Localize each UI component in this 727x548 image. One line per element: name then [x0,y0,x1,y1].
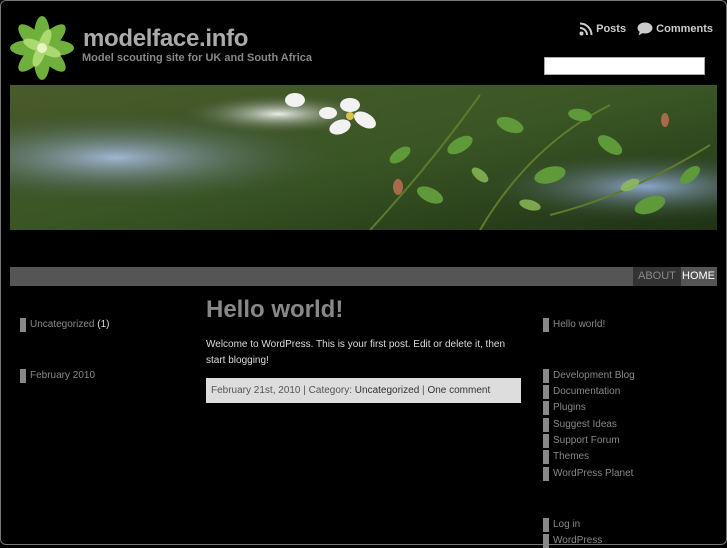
site-description: Model scouting site for UK and South Afr… [82,52,312,64]
blogroll-item[interactable]: Themes [543,450,589,464]
category-label[interactable]: Uncategorized [30,319,94,330]
post-category-link[interactable]: Uncategorized [355,385,419,396]
site-logo[interactable] [10,16,74,80]
meta-item-login[interactable]: Log in [543,518,580,532]
blogroll-item[interactable]: Suggest Ideas [543,418,617,432]
blogroll-item[interactable]: Development Blog [543,369,635,383]
comments-feed-label: Comments [656,23,713,35]
comments-feed-link[interactable]: Comments [637,22,713,36]
nav-home[interactable]: HOME [677,267,720,286]
blogroll-item[interactable]: Plugins [543,401,586,415]
recent-post-item[interactable]: Hello world! [543,318,605,332]
post-title[interactable]: Hello world! [206,296,343,324]
category-count: (1) [97,319,110,330]
post-body: Welcome to WordPress. This is your first… [206,339,506,366]
post-meta-bar: February 21st, 2010 | Category: Uncatego… [206,378,521,403]
sidebar-item-uncategorized[interactable]: Uncategorized (1) [20,318,110,332]
archive-item-february-2010[interactable]: February 2010 [20,369,95,383]
posts-feed-link[interactable]: Posts [579,22,626,36]
search-input[interactable] [544,57,705,75]
blogroll-item[interactable]: Support Forum [543,434,620,448]
speech-bubble-icon [637,22,653,36]
category-prefix: Category: [308,385,355,396]
feed-links: Posts Comments [571,22,713,39]
main-nav: ABOUT HOME [10,267,717,286]
meta-item-wordpress[interactable]: WordPress [543,534,602,548]
meta-separator: | [300,385,309,396]
site-title[interactable]: modelface.info [83,25,248,53]
header-banner-image [10,85,717,230]
posts-feed-label: Posts [596,23,627,35]
blogroll-item[interactable]: WordPress Planet [543,467,633,481]
rss-icon [579,22,593,36]
blogroll-item[interactable]: Documentation [543,385,620,399]
post-date: February 21st, 2010 [211,385,301,396]
post-comments-link[interactable]: One comment [427,385,490,396]
nav-about[interactable]: ABOUT [633,267,681,286]
